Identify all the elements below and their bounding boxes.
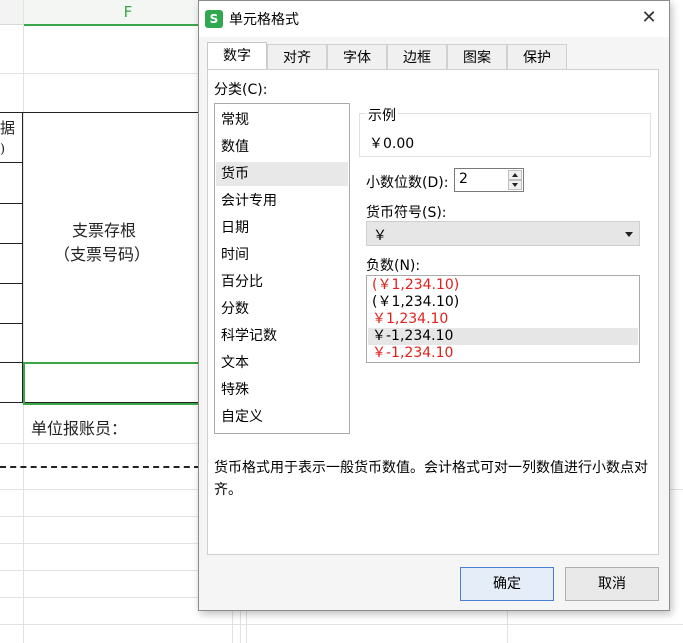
list-item[interactable]: 百分比 [216,270,348,294]
currency-symbol-value: ￥ [373,228,387,244]
grid-line [0,516,200,517]
table-border [0,243,23,244]
stub-number-label: （支票号码） [54,245,151,264]
list-item[interactable]: 常规 [216,108,348,132]
chevron-down-icon [625,232,633,237]
cancel-button[interactable]: 取消 [565,567,659,601]
list-item[interactable]: 科学记数 [216,324,348,348]
grid-line [240,609,241,643]
grid-line [0,570,200,571]
tab-alignment[interactable]: 对齐 [267,44,327,70]
tab-protection[interactable]: 保护 [507,44,567,70]
list-item[interactable]: 会计专用 [216,189,348,213]
category-list[interactable]: 常规 数值 货币 会计专用 日期 时间 百分比 分数 科学记数 文本 特殊 自定… [214,103,350,434]
tab-pattern[interactable]: 图案 [447,44,507,70]
negative-numbers-label: 负数(N): [366,258,421,274]
decimal-places-value: 2 [459,171,468,187]
sample-label: 示例 [366,105,398,125]
currency-symbol-label: 货币符号(S): [366,205,447,221]
dashed-cut-line [0,466,200,468]
table-border [0,112,200,113]
dialog-title: 单元格格式 [229,12,299,28]
list-item[interactable]: 自定义 [216,405,348,429]
grid-line [0,543,200,544]
table-border [0,283,23,284]
list-item[interactable]: ￥1,234.10 [368,311,638,328]
sample-value: ￥0.00 [369,136,415,152]
decimal-places-label: 小数位数(D): [366,175,449,191]
ok-button[interactable]: 确定 [460,567,554,601]
grid-line [0,597,200,598]
list-item[interactable]: 货币 [216,162,348,186]
column-header-e[interactable] [0,0,23,25]
table-border [0,323,23,324]
list-item[interactable]: 分数 [216,297,348,321]
list-item[interactable]: ￥-1,234.10 [368,328,638,345]
list-item[interactable]: 数值 [216,135,348,159]
grid-line [246,609,247,643]
spin-down-icon[interactable] [508,180,522,190]
table-border [22,112,23,403]
footer-label: 单位报账员： [31,419,128,438]
dialog-titlebar[interactable]: S 单元格格式 ✕ [199,1,669,37]
grid-line [23,0,24,643]
tab-font[interactable]: 字体 [327,44,387,70]
table-border [0,362,23,363]
wps-app-icon: S [205,10,223,28]
cell-fragment: ) [0,142,6,157]
spin-up-icon[interactable] [508,170,522,180]
tab-border[interactable]: 边框 [387,44,447,70]
stub-label: 支票存根 [72,221,137,240]
grid-line [0,73,200,74]
grid-line [507,609,508,643]
list-item[interactable]: (￥1,234.10) [368,277,638,294]
list-item[interactable]: 日期 [216,216,348,240]
tab-number[interactable]: 数字 [207,42,267,71]
category-label: 分类(C): [214,82,268,98]
currency-symbol-select[interactable]: ￥ [366,221,640,246]
list-item[interactable]: 特殊 [216,378,348,402]
table-border [0,203,23,204]
cell-fragment: 据 [0,119,16,137]
format-description: 货币格式用于表示一般货币数值。会计格式可对一列数值进行小数点对齐。 [214,460,648,498]
negative-numbers-list[interactable]: (￥1,234.10) (￥1,234.10) ￥1,234.10 ￥-1,23… [366,275,640,363]
decimal-places-stepper[interactable]: 2 [454,168,524,192]
list-item[interactable]: (￥1,234.10) [368,294,638,311]
format-cells-dialog: S 单元格格式 ✕ 数字 对齐 字体 边框 图案 保护 分类(C): 常规 数值… [198,0,670,611]
table-border [0,162,23,163]
list-item[interactable]: 时间 [216,243,348,267]
grid-line [0,624,683,625]
grid-line [0,443,200,444]
list-item[interactable]: ￥-1,234.10 [368,345,638,362]
list-item[interactable]: 文本 [216,351,348,375]
close-icon[interactable]: ✕ [639,7,659,29]
grid-line [232,609,233,643]
